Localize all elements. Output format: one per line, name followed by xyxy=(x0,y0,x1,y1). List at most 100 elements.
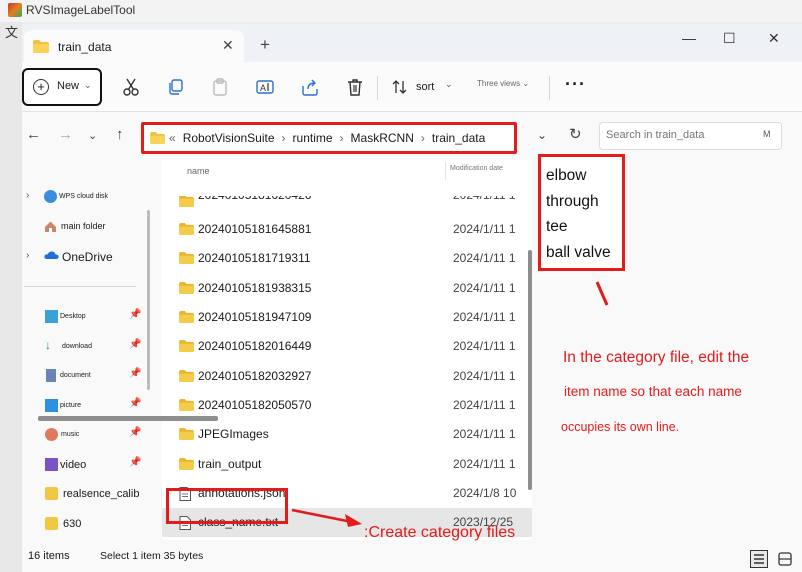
sidebar-item-label: 630 xyxy=(63,518,82,530)
folder-icon xyxy=(179,370,194,385)
file-name: train_output xyxy=(198,457,262,471)
sidebar-item-realsence-calib[interactable]: realsence_calib xyxy=(22,483,148,507)
back-arrow-icon[interactable]: ← xyxy=(26,126,41,143)
file-date: 2024/1/11 1 xyxy=(453,251,516,265)
column-date-header[interactable]: Modification date xyxy=(450,165,503,172)
file-date: 2024/1/11 1 xyxy=(453,222,516,236)
search-input[interactable] xyxy=(606,129,756,141)
folder-icon xyxy=(179,340,194,355)
sidebar-item-label: realsence_calib xyxy=(63,488,140,500)
column-divider[interactable] xyxy=(445,162,446,180)
class-file-highlight-box xyxy=(166,488,288,524)
minimize-button[interactable]: — xyxy=(682,30,696,46)
file-row[interactable]: 20240105181947109 2024/1/11 1 xyxy=(162,303,532,332)
file-name: 20240105181620426 xyxy=(198,196,311,202)
breadcrumb-runtime[interactable]: runtime xyxy=(293,131,333,145)
sidebar-item-document[interactable]: document 📌 xyxy=(22,365,148,389)
address-history-icon[interactable]: ⌄ xyxy=(537,128,547,142)
file-row[interactable]: 20240105181620426 2024/1/11 1 xyxy=(162,196,532,210)
tab-train-data[interactable]: train_data ✕ xyxy=(24,30,244,62)
pin-icon[interactable]: 📌 xyxy=(129,309,141,320)
tiles-view-button[interactable] xyxy=(776,550,794,568)
horizontal-scrollbar[interactable] xyxy=(38,416,218,421)
breadcrumb-robotvisionsuite[interactable]: RobotVisionSuite xyxy=(183,131,275,145)
sidebar-item-onedrive[interactable]: › OneDrive xyxy=(22,246,148,270)
delete-icon[interactable] xyxy=(345,77,365,97)
more-options-button[interactable]: ··· xyxy=(565,74,586,95)
copy-icon[interactable] xyxy=(166,77,186,97)
file-row[interactable]: 20240105181938315 2024/1/11 1 xyxy=(162,274,532,303)
video-icon xyxy=(45,458,58,471)
breadcrumb-train-data[interactable]: train_data xyxy=(432,131,485,145)
search-icon[interactable]: M xyxy=(763,129,771,139)
category-item: ball valve xyxy=(546,243,611,261)
folder-icon xyxy=(179,252,194,267)
close-window-button[interactable]: ✕ xyxy=(768,30,780,47)
breadcrumb-separator[interactable]: › xyxy=(421,131,425,145)
tab-close-button[interactable]: ✕ xyxy=(222,37,234,54)
rename-icon[interactable]: A xyxy=(255,77,275,97)
pin-icon[interactable]: 📌 xyxy=(129,398,141,409)
refresh-icon[interactable]: ↻ xyxy=(569,125,582,143)
file-row[interactable]: 20240105181719311 2024/1/11 1 xyxy=(162,244,532,273)
new-button[interactable]: + New ⌄ xyxy=(22,68,102,106)
details-view-button[interactable] xyxy=(750,550,768,568)
sidebar-item-music[interactable]: music 📌 xyxy=(22,424,148,448)
toolbar-divider xyxy=(549,76,550,100)
cut-icon[interactable] xyxy=(121,77,141,97)
pin-icon[interactable]: 📌 xyxy=(129,457,141,468)
file-date: 2024/1/11 1 xyxy=(453,369,516,383)
folder-icon xyxy=(179,458,194,473)
forward-arrow-icon[interactable]: → xyxy=(58,126,73,143)
column-name-header[interactable]: name xyxy=(187,166,210,176)
sidebar-item-label: music xyxy=(61,431,80,438)
sidebar-item-download[interactable]: ↓ download 📌 xyxy=(22,336,148,360)
file-row[interactable]: 20240105182050570 2024/1/11 1 xyxy=(162,391,532,420)
column-header: ⌃ name Modification date xyxy=(162,160,532,182)
pin-icon[interactable]: 📌 xyxy=(129,368,141,379)
folder-icon xyxy=(150,132,165,144)
expand-icon[interactable]: › xyxy=(26,190,29,201)
folder-icon xyxy=(179,311,194,326)
file-list-scrollbar[interactable] xyxy=(528,250,532,490)
sidebar-item-main-folder[interactable]: main folder xyxy=(22,216,148,240)
instruction-note-line: In the category file, edit the xyxy=(563,349,750,366)
navigation-pane: › WPS cloud disk main folder › OneDrive … xyxy=(22,160,150,559)
folder-icon xyxy=(179,399,194,414)
chevron-down-icon: ⌄ xyxy=(522,79,530,88)
sidebar-item-desktop[interactable]: Desktop 📌 xyxy=(22,306,148,330)
onedrive-icon xyxy=(44,250,59,263)
breadcrumb-separator[interactable]: › xyxy=(340,131,344,145)
pin-icon[interactable]: 📌 xyxy=(129,427,141,438)
folder-icon xyxy=(179,282,194,297)
search-box[interactable]: M xyxy=(599,122,782,150)
paste-icon[interactable] xyxy=(210,77,230,97)
maximize-button[interactable]: ☐ xyxy=(723,30,736,47)
folder-icon xyxy=(179,428,194,443)
share-icon[interactable] xyxy=(300,77,320,97)
file-row[interactable]: JPEGImages 2024/1/11 1 xyxy=(162,420,532,449)
file-date: 2024/1/11 1 xyxy=(453,427,516,441)
sidebar-item-wps-cloud[interactable]: › WPS cloud disk xyxy=(22,186,148,210)
sidebar-item-630[interactable]: 630 xyxy=(22,513,148,537)
recent-locations-icon[interactable]: ⌄ xyxy=(88,129,97,142)
download-icon: ↓ xyxy=(45,338,51,352)
breadcrumb-separator[interactable]: › xyxy=(282,131,286,145)
up-arrow-icon[interactable]: ↑ xyxy=(116,126,124,143)
view-button[interactable]: Three views ⌄ xyxy=(477,79,529,88)
tab-label: train_data xyxy=(58,40,112,54)
expand-icon[interactable]: › xyxy=(26,250,29,261)
breadcrumb-maskrcnn[interactable]: MaskRCNN xyxy=(351,131,414,145)
file-name: 20240105181938315 xyxy=(198,281,312,295)
pin-icon[interactable]: 📌 xyxy=(129,339,141,350)
breadcrumb-overflow[interactable]: « xyxy=(169,131,176,145)
file-row[interactable]: 20240105182032927 2024/1/11 1 xyxy=(162,362,532,391)
address-bar[interactable]: « RobotVisionSuite › runtime › MaskRCNN … xyxy=(141,122,517,154)
file-date: 2024/1/11 1 xyxy=(453,310,516,324)
sidebar-scrollbar[interactable] xyxy=(147,210,150,390)
sidebar-item-video[interactable]: video 📌 xyxy=(22,454,148,478)
file-row[interactable]: 20240105181645881 2024/1/11 1 xyxy=(162,215,532,244)
file-row[interactable]: train_output 2024/1/11 1 xyxy=(162,450,532,479)
new-tab-button[interactable]: + xyxy=(260,35,270,55)
file-row[interactable]: 20240105182016449 2024/1/11 1 xyxy=(162,332,532,361)
